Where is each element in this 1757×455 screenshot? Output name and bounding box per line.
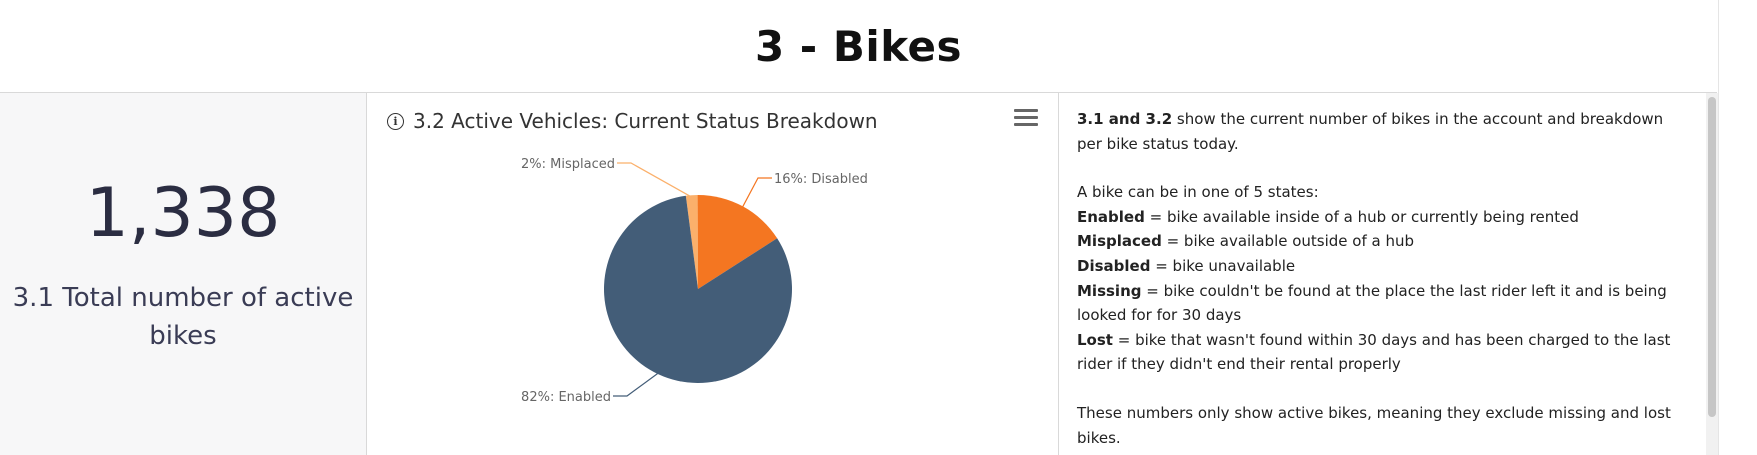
pie-chart: 2%: Misplaced 16%: Disabled 82%: Enabled (521, 157, 868, 405)
description-footer: These numbers only show active bikes, me… (1077, 403, 1671, 447)
kpi-tile: 1,338 3.1 Total number of active bikes (0, 93, 367, 455)
pie-label-disabled: 16%: Disabled (774, 172, 868, 187)
pie-label-enabled: 82%: Enabled (521, 390, 611, 405)
page-title: 3 - Bikes (754, 21, 963, 71)
scrollbar-thumb[interactable] (1708, 97, 1716, 417)
state-item: Misplaced = bike available outside of a … (1077, 232, 1415, 251)
pie-connector-misplaced (617, 162, 693, 198)
state-item: Missing = bike couldn't be found at the … (1077, 281, 1667, 325)
state-item: Lost = bike that wasn't found within 30 … (1077, 330, 1671, 374)
intro-bold: 3.1 and 3.2 (1077, 110, 1173, 128)
kpi-value: 1,338 (85, 174, 281, 253)
pie-connector-enabled (613, 371, 660, 397)
page-gutter (1718, 0, 1757, 455)
pie-connector-disabled (741, 177, 772, 209)
dashboard-header: 3 - Bikes (0, 0, 1717, 93)
pie-label-misplaced: 2%: Misplaced (521, 157, 615, 172)
description-tile: 3.1 and 3.2 show the current number of b… (1059, 93, 1706, 455)
pie-chart-tile: i 3.2 Active Vehicles: Current Status Br… (367, 93, 1059, 455)
scrollbar[interactable] (1706, 93, 1718, 455)
states-intro: A bike can be in one of 5 states: (1077, 183, 1319, 202)
state-item: Enabled = bike available inside of a hub… (1077, 207, 1579, 226)
description-intro: 3.1 and 3.2 show the current number of b… (1077, 107, 1677, 156)
description-text: 3.1 and 3.2 show the current number of b… (1077, 107, 1677, 450)
kpi-label: 3.1 Total number of active bikes (12, 283, 354, 351)
state-item: Disabled = bike unavailable (1077, 256, 1296, 275)
